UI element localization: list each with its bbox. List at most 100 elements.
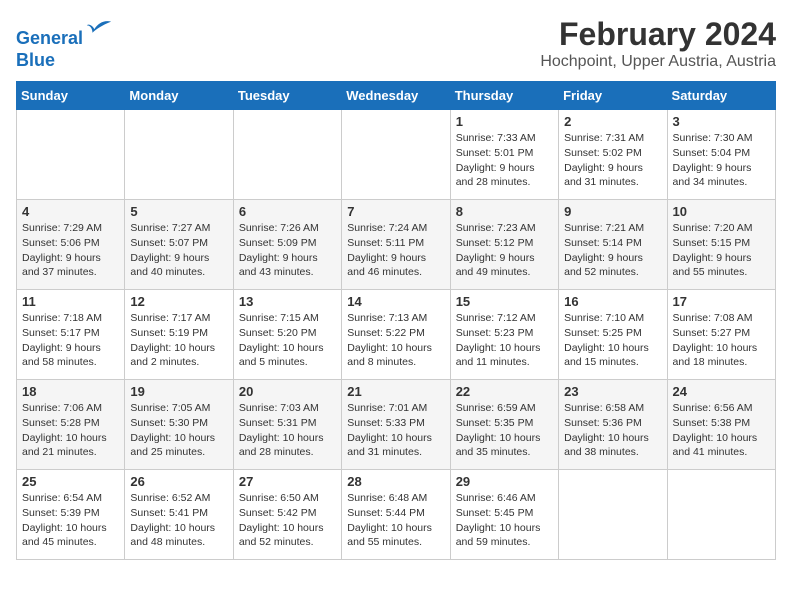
calendar-cell: 23 Sunrise: 6:58 AM Sunset: 5:36 PM Dayli… <box>559 380 667 470</box>
day-number: 8 <box>456 204 553 219</box>
calendar-week-row: 4Sunrise: 7:29 AM Sunset: 5:06 PM Daylig… <box>17 200 776 290</box>
day-number: 22 <box>456 384 553 399</box>
day-number: 23 <box>564 384 661 399</box>
day-number: 28 <box>347 474 444 489</box>
day-info: Sunrise: 7:31 AM Sunset: 5:02 PM Dayligh… <box>564 131 661 190</box>
day-number: 20 <box>239 384 336 399</box>
calendar-cell <box>17 110 125 200</box>
day-number: 15 <box>456 294 553 309</box>
day-info: Sunrise: 6:59 AM Sunset: 5:35 PM Dayligh… <box>456 401 553 460</box>
calendar-cell: 5 Sunrise: 7:27 AM Sunset: 5:07 PM Daylig… <box>125 200 233 290</box>
day-info: Sunrise: 7:17 AM Sunset: 5:19 PM Dayligh… <box>130 311 227 370</box>
day-number: 5 <box>130 204 227 219</box>
day-number: 26 <box>130 474 227 489</box>
day-info: Sunrise: 7:27 AM Sunset: 5:07 PM Dayligh… <box>130 221 227 280</box>
day-number: 3 <box>673 114 770 129</box>
calendar-cell: 2 Sunrise: 7:31 AM Sunset: 5:02 PM Daylig… <box>559 110 667 200</box>
day-info: Sunrise: 7:05 AM Sunset: 5:30 PM Dayligh… <box>130 401 227 460</box>
day-number: 25 <box>22 474 119 489</box>
calendar-cell: 18Sunrise: 7:06 AM Sunset: 5:28 PM Dayli… <box>17 380 125 470</box>
weekday-header-sunday: Sunday <box>17 82 125 110</box>
day-number: 27 <box>239 474 336 489</box>
day-number: 2 <box>564 114 661 129</box>
calendar-cell <box>559 470 667 560</box>
calendar-header-row: SundayMondayTuesdayWednesdayThursdayFrid… <box>17 82 776 110</box>
calendar-cell: 1Sunrise: 7:33 AM Sunset: 5:01 PM Daylig… <box>450 110 558 200</box>
calendar-cell <box>667 470 775 560</box>
day-info: Sunrise: 6:58 AM Sunset: 5:36 PM Dayligh… <box>564 401 661 460</box>
calendar-cell: 10Sunrise: 7:20 AM Sunset: 5:15 PM Dayli… <box>667 200 775 290</box>
day-number: 24 <box>673 384 770 399</box>
day-info: Sunrise: 7:23 AM Sunset: 5:12 PM Dayligh… <box>456 221 553 280</box>
weekday-header-tuesday: Tuesday <box>233 82 341 110</box>
calendar-cell: 7 Sunrise: 7:24 AM Sunset: 5:11 PM Daylig… <box>342 200 450 290</box>
day-info: Sunrise: 7:15 AM Sunset: 5:20 PM Dayligh… <box>239 311 336 370</box>
day-info: Sunrise: 7:26 AM Sunset: 5:09 PM Dayligh… <box>239 221 336 280</box>
calendar-cell: 20 Sunrise: 7:03 AM Sunset: 5:31 PM Dayli… <box>233 380 341 470</box>
day-info: Sunrise: 7:21 AM Sunset: 5:14 PM Dayligh… <box>564 221 661 280</box>
day-number: 9 <box>564 204 661 219</box>
calendar-table: SundayMondayTuesdayWednesdayThursdayFrid… <box>16 81 776 560</box>
calendar-week-row: 11 Sunrise: 7:18 AM Sunset: 5:17 PM Dayli… <box>17 290 776 380</box>
day-number: 18 <box>22 384 119 399</box>
calendar-cell: 15 Sunrise: 7:12 AM Sunset: 5:23 PM Dayli… <box>450 290 558 380</box>
calendar-cell: 16 Sunrise: 7:10 AM Sunset: 5:25 PM Dayli… <box>559 290 667 380</box>
calendar-cell: 12Sunrise: 7:17 AM Sunset: 5:19 PM Dayli… <box>125 290 233 380</box>
calendar-cell: 4Sunrise: 7:29 AM Sunset: 5:06 PM Daylig… <box>17 200 125 290</box>
day-number: 29 <box>456 474 553 489</box>
page-subtitle: Hochpoint, Upper Austria, Austria <box>540 53 776 71</box>
page-title: February 2024 <box>540 16 776 53</box>
day-info: Sunrise: 7:24 AM Sunset: 5:11 PM Dayligh… <box>347 221 444 280</box>
calendar-week-row: 18Sunrise: 7:06 AM Sunset: 5:28 PM Dayli… <box>17 380 776 470</box>
weekday-header-saturday: Saturday <box>667 82 775 110</box>
day-info: Sunrise: 7:30 AM Sunset: 5:04 PM Dayligh… <box>673 131 770 190</box>
day-info: Sunrise: 6:54 AM Sunset: 5:39 PM Dayligh… <box>22 491 119 550</box>
day-info: Sunrise: 7:10 AM Sunset: 5:25 PM Dayligh… <box>564 311 661 370</box>
calendar-cell: 27 Sunrise: 6:50 AM Sunset: 5:42 PM Dayli… <box>233 470 341 560</box>
calendar-cell: 25 Sunrise: 6:54 AM Sunset: 5:39 PM Dayli… <box>17 470 125 560</box>
calendar-cell: 14 Sunrise: 7:13 AM Sunset: 5:22 PM Dayli… <box>342 290 450 380</box>
day-number: 7 <box>347 204 444 219</box>
day-number: 6 <box>239 204 336 219</box>
day-info: Sunrise: 6:48 AM Sunset: 5:44 PM Dayligh… <box>347 491 444 550</box>
day-number: 4 <box>22 204 119 219</box>
day-number: 19 <box>130 384 227 399</box>
day-info: Sunrise: 7:08 AM Sunset: 5:27 PM Dayligh… <box>673 311 770 370</box>
day-number: 13 <box>239 294 336 309</box>
day-number: 14 <box>347 294 444 309</box>
calendar-cell <box>125 110 233 200</box>
weekday-header-thursday: Thursday <box>450 82 558 110</box>
logo-bird-icon <box>85 16 113 44</box>
day-number: 17 <box>673 294 770 309</box>
day-number: 21 <box>347 384 444 399</box>
calendar-cell: 28 Sunrise: 6:48 AM Sunset: 5:44 PM Dayli… <box>342 470 450 560</box>
day-info: Sunrise: 7:33 AM Sunset: 5:01 PM Dayligh… <box>456 131 553 190</box>
logo-blue: Blue <box>16 50 55 70</box>
day-info: Sunrise: 7:03 AM Sunset: 5:31 PM Dayligh… <box>239 401 336 460</box>
calendar-cell <box>233 110 341 200</box>
logo-general: General <box>16 28 83 48</box>
day-info: Sunrise: 6:50 AM Sunset: 5:42 PM Dayligh… <box>239 491 336 550</box>
weekday-header-monday: Monday <box>125 82 233 110</box>
day-info: Sunrise: 7:13 AM Sunset: 5:22 PM Dayligh… <box>347 311 444 370</box>
calendar-week-row: 1Sunrise: 7:33 AM Sunset: 5:01 PM Daylig… <box>17 110 776 200</box>
weekday-header-friday: Friday <box>559 82 667 110</box>
title-block: February 2024 Hochpoint, Upper Austria, … <box>540 16 776 71</box>
calendar-cell: 24 Sunrise: 6:56 AM Sunset: 5:38 PM Dayli… <box>667 380 775 470</box>
calendar-cell: 11 Sunrise: 7:18 AM Sunset: 5:17 PM Dayli… <box>17 290 125 380</box>
day-info: Sunrise: 7:12 AM Sunset: 5:23 PM Dayligh… <box>456 311 553 370</box>
weekday-header-wednesday: Wednesday <box>342 82 450 110</box>
day-number: 11 <box>22 294 119 309</box>
calendar-cell: 26Sunrise: 6:52 AM Sunset: 5:41 PM Dayli… <box>125 470 233 560</box>
calendar-cell: 22 Sunrise: 6:59 AM Sunset: 5:35 PM Dayli… <box>450 380 558 470</box>
page-header: General Blue February 2024 Hochpoint, Up… <box>16 16 776 71</box>
calendar-cell: 13 Sunrise: 7:15 AM Sunset: 5:20 PM Dayli… <box>233 290 341 380</box>
day-number: 16 <box>564 294 661 309</box>
calendar-cell: 8 Sunrise: 7:23 AM Sunset: 5:12 PM Daylig… <box>450 200 558 290</box>
day-info: Sunrise: 6:56 AM Sunset: 5:38 PM Dayligh… <box>673 401 770 460</box>
calendar-cell: 6 Sunrise: 7:26 AM Sunset: 5:09 PM Daylig… <box>233 200 341 290</box>
calendar-cell: 19 Sunrise: 7:05 AM Sunset: 5:30 PM Dayli… <box>125 380 233 470</box>
day-info: Sunrise: 7:18 AM Sunset: 5:17 PM Dayligh… <box>22 311 119 370</box>
calendar-cell: 3 Sunrise: 7:30 AM Sunset: 5:04 PM Daylig… <box>667 110 775 200</box>
day-info: Sunrise: 7:01 AM Sunset: 5:33 PM Dayligh… <box>347 401 444 460</box>
